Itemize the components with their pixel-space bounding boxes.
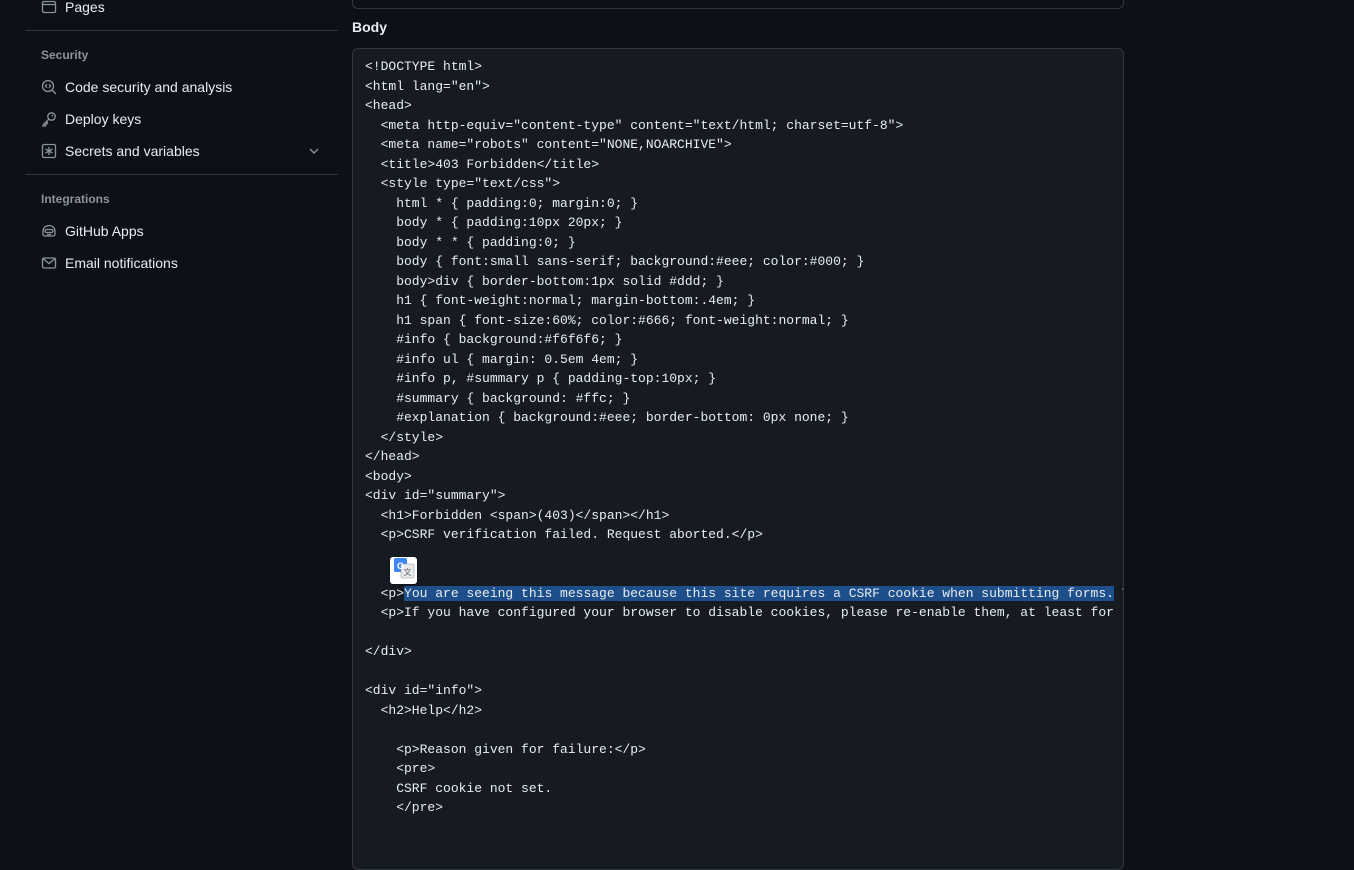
- code-line: <meta name="robots" content="NONE,NOARCH…: [365, 137, 732, 152]
- code-line: h1 span { font-size:60%; color:#666; fon…: [365, 312, 849, 328]
- code-line: <h1>Forbidden <span>(403)</span></h1>: [365, 507, 670, 523]
- code-line: </pre>: [365, 800, 444, 815]
- section-divider: [25, 30, 338, 31]
- code-block: <!DOCTYPE html> <html lang="en"> <head> <m…: [365, 57, 1123, 857]
- mail-icon: [41, 255, 57, 271]
- code-line: #info p, #summary p { padding-top:10px; …: [365, 371, 717, 386]
- code-line: body { font:small sans-serif; background…: [365, 254, 865, 269]
- code-line: <style type="text/css">: [365, 176, 561, 191]
- code-line: #summary { background: #ffc; }: [365, 390, 631, 406]
- settings-sidebar: Pages Security Code security and analysi…: [25, 0, 338, 279]
- sidebar-item-code-security[interactable]: Code security and analysis: [25, 71, 338, 103]
- code-line-suffix: This cookie is required for security rea…: [1114, 586, 1123, 601]
- code-line: <h2>Help</h2>: [365, 702, 483, 718]
- sidebar-item-github-apps[interactable]: GitHub Apps: [25, 215, 338, 247]
- code-line: #info { background:#f6f6f6; }: [365, 332, 623, 347]
- code-line: body * * { padding:0; }: [365, 234, 576, 250]
- sidebar-item-label: Pages: [65, 0, 105, 15]
- code-line: <p>If you have configured your browser t…: [380, 605, 1123, 620]
- sidebar-item-email-notifications[interactable]: Email notifications: [25, 247, 338, 279]
- code-line: </div>: [365, 644, 412, 659]
- code-line: <title>403 Forbidden</title>: [365, 156, 600, 172]
- code-line: <body>: [365, 468, 412, 484]
- sidebar-item-label: GitHub Apps: [65, 223, 144, 239]
- code-line: <meta http-equiv="content-type" content=…: [365, 117, 904, 133]
- selected-code-line: <p>You are seeing this message because t…: [365, 584, 1123, 604]
- google-translate-button[interactable]: G 文: [390, 557, 417, 584]
- body-label: Body: [352, 19, 387, 35]
- sidebar-item-pages[interactable]: Pages: [25, 0, 338, 23]
- sidebar-item-label: Code security and analysis: [65, 79, 233, 95]
- hubot-icon: [41, 223, 57, 239]
- code-line: body>div { border-bottom:1px solid #ddd;…: [365, 273, 724, 289]
- code-line: </style>: [365, 429, 444, 445]
- code-line: <p>Reason given for failure:</p>: [365, 741, 646, 757]
- code-line: #explanation { background:#eee; border-b…: [365, 410, 849, 425]
- code-line: </head>: [365, 449, 420, 464]
- sidebar-item-label: Deploy keys: [65, 111, 142, 127]
- code-line: h1 { font-weight:normal; margin-bottom:.…: [365, 293, 756, 308]
- code-line: <!DOCTYPE html>: [365, 59, 483, 74]
- code-line-prefix: <p>: [365, 585, 405, 601]
- asterisk-icon: [41, 143, 57, 159]
- section-divider: [25, 174, 338, 175]
- previous-field-box: [352, 0, 1124, 9]
- key-icon: [41, 111, 57, 127]
- code-line: <div id="summary">: [365, 488, 506, 503]
- code-line: html * { padding:0; margin:0; }: [365, 195, 639, 211]
- integrations-heading: Integrations: [41, 192, 110, 206]
- code-line: <div id="info">: [365, 683, 483, 698]
- code-line: CSRF cookie not set.: [365, 780, 553, 796]
- sidebar-item-label: Email notifications: [65, 255, 178, 271]
- code-line: <html lang="en">: [365, 78, 490, 94]
- code-line: <p>CSRF verification failed. Request abo…: [365, 527, 763, 542]
- code-line: <head>: [365, 98, 412, 113]
- codescan-icon: [41, 79, 57, 95]
- chevron-down-icon[interactable]: [306, 143, 322, 159]
- sidebar-item-label: Secrets and variables: [65, 143, 200, 159]
- code-line: #info ul { margin: 0.5em 4em; }: [365, 351, 639, 367]
- svg-text:文: 文: [403, 567, 411, 577]
- selected-text[interactable]: You are seeing this message because this…: [404, 585, 1114, 601]
- browser-icon: [41, 0, 57, 15]
- sidebar-item-deploy-keys[interactable]: Deploy keys: [25, 103, 338, 135]
- code-line: body * { padding:10px 20px; }: [365, 215, 623, 230]
- translate-icon: G 文: [393, 557, 415, 584]
- code-line: <pre>: [365, 761, 436, 776]
- response-body-code[interactable]: <!DOCTYPE html> <html lang="en"> <head> <m…: [352, 48, 1124, 870]
- sidebar-item-secrets[interactable]: Secrets and variables: [25, 135, 338, 167]
- security-heading: Security: [41, 48, 89, 62]
